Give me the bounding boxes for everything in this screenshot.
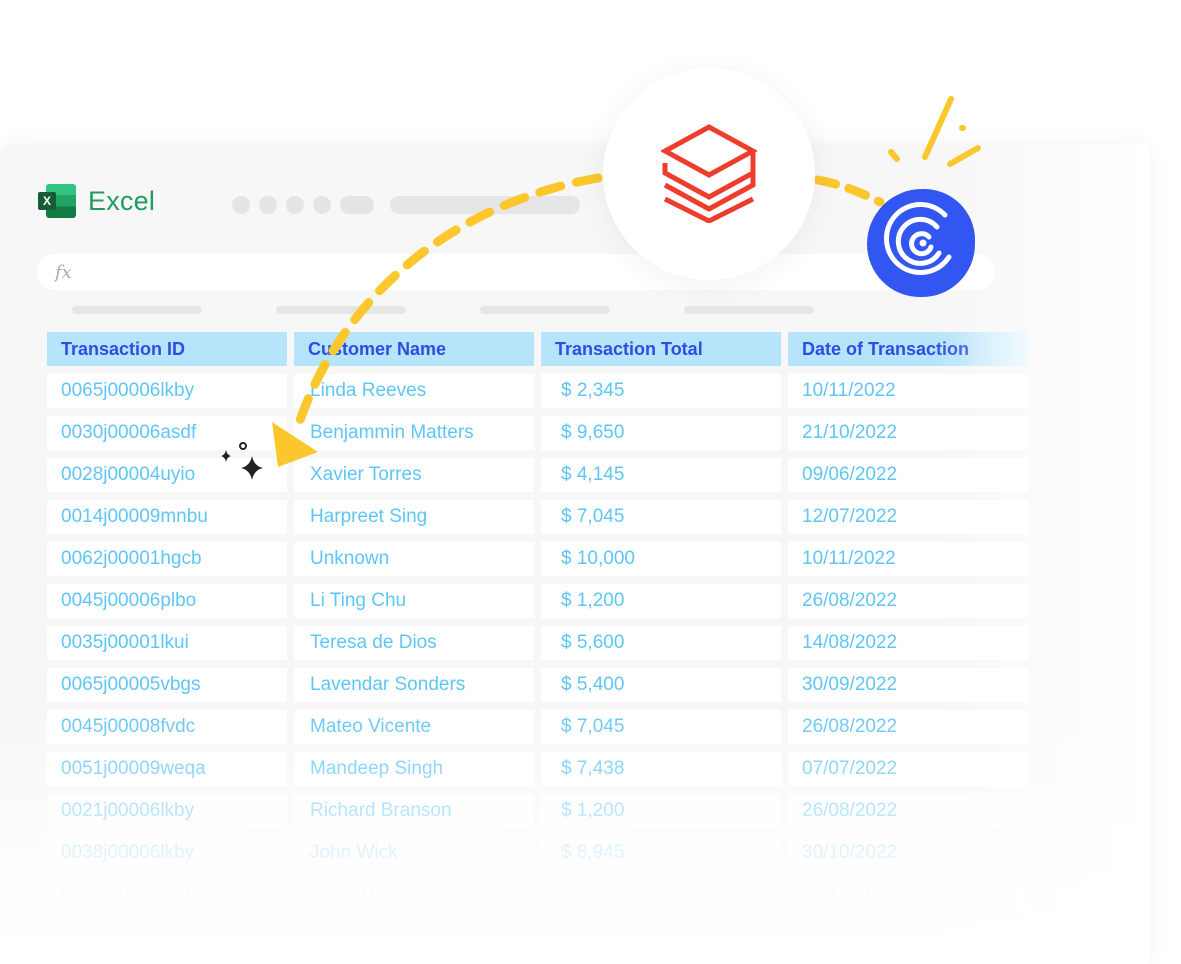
cell-customer-name[interactable]: Hugh Hackman xyxy=(294,878,534,912)
cell-transaction-total[interactable]: $ 10,000 xyxy=(541,542,781,576)
cell-transaction-total[interactable]: $ 4,145 xyxy=(541,458,781,492)
cell-customer-name[interactable]: Unknown xyxy=(294,542,534,576)
databricks-logo-icon xyxy=(661,124,757,223)
coalesce-logo-icon xyxy=(883,202,952,276)
column-placeholder xyxy=(72,306,202,314)
header-date-of-transaction[interactable]: Date of Transaction xyxy=(788,332,1028,366)
toolbar-pill[interactable] xyxy=(340,196,374,214)
cell-transaction-id[interactable]: 0021j00006lkby xyxy=(47,794,287,828)
cell-date-of-transaction[interactable]: 26/08/2022 xyxy=(788,794,1028,828)
cell-date-of-transaction[interactable]: 26/08/2022 xyxy=(788,584,1028,618)
cell-transaction-total[interactable]: $ 1,200 xyxy=(541,794,781,828)
fx-icon: fx xyxy=(55,261,72,283)
toolbar-dot[interactable] xyxy=(313,196,331,214)
app-title: Excel xyxy=(88,185,156,216)
cell-transaction-total[interactable]: $ 5,600 xyxy=(541,626,781,660)
cell-transaction-total[interactable]: $ 2,345 xyxy=(541,374,781,408)
app-header: X Excel xyxy=(38,184,155,218)
cell-transaction-id[interactable]: 0062j00001hgcb xyxy=(47,542,287,576)
cell-customer-name[interactable]: Teresa de Dios xyxy=(294,626,534,660)
cell-transaction-id[interactable]: 0045j00006plbo xyxy=(47,584,287,618)
cell-transaction-total[interactable]: $ 4,245 xyxy=(541,878,781,912)
header-transaction-total[interactable]: Transaction Total xyxy=(541,332,781,366)
cell-customer-name[interactable]: Mandeep Singh xyxy=(294,752,534,786)
cell-date-of-transaction[interactable]: 07/07/2022 xyxy=(788,752,1028,786)
toolbar-pill-long[interactable] xyxy=(390,196,580,214)
toolbar-dot[interactable] xyxy=(232,196,250,214)
cell-date-of-transaction[interactable]: 08/08/2022 xyxy=(788,920,1028,954)
cell-transaction-total[interactable]: $ 7,438 xyxy=(541,752,781,786)
cell-transaction-id[interactable]: 0038j00006lkby xyxy=(47,836,287,870)
cell-transaction-id[interactable]: 0028j00004uyio xyxy=(47,458,287,492)
cell-date-of-transaction[interactable]: 30/10/2022 xyxy=(788,836,1028,870)
cell-transaction-id[interactable]: 0090j00008uiyt xyxy=(47,878,287,912)
toolbar-dot[interactable] xyxy=(286,196,304,214)
cell-transaction-total[interactable]: $ 1,200 xyxy=(541,584,781,618)
formula-bar[interactable]: fx xyxy=(37,254,995,290)
cell-date-of-transaction[interactable]: 26/08/2022 xyxy=(788,710,1028,744)
cell-transaction-id[interactable]: 0045j00008fvdc xyxy=(47,710,287,744)
cell-customer-name[interactable]: Mateo Vicente xyxy=(294,710,534,744)
cell-customer-name[interactable]: John Wick xyxy=(294,836,534,870)
cell-transaction-id[interactable]: 0065j00006lkby xyxy=(47,374,287,408)
cell-transaction-total[interactable]: $ 8,945 xyxy=(541,836,781,870)
cell-customer-name[interactable]: Linda Reeves xyxy=(294,374,534,408)
cell-customer-name[interactable]: Harpreet Sing xyxy=(294,500,534,534)
cell-transaction-total[interactable]: $ 5,400 xyxy=(541,668,781,702)
column-placeholder xyxy=(276,306,406,314)
cell-customer-name[interactable]: Xavier Torres xyxy=(294,458,534,492)
spreadsheet-grid: Transaction ID Customer Name Transaction… xyxy=(47,332,1028,954)
excel-icon: X xyxy=(38,184,76,218)
toolbar-dot[interactable] xyxy=(259,196,277,214)
cell-date-of-transaction[interactable]: 10/11/2022 xyxy=(788,542,1028,576)
cell-date-of-transaction[interactable]: 10/11/2022 xyxy=(788,374,1028,408)
cell-date-of-transaction[interactable]: 21/10/2022 xyxy=(788,416,1028,450)
column-placeholder xyxy=(480,306,610,314)
cell-transaction-total[interactable]: $ 9,650 xyxy=(541,416,781,450)
cell-date-of-transaction[interactable]: 28/12/2022 xyxy=(788,878,1028,912)
excel-window: X Excel fx Transaction ID Customer Name … xyxy=(0,144,1150,964)
databricks-badge xyxy=(603,68,815,280)
cell-transaction-id[interactable]: 0014j00009mnbu xyxy=(47,500,287,534)
cell-date-of-transaction[interactable]: 30/09/2022 xyxy=(788,668,1028,702)
cell-transaction-total[interactable]: $ 7,045 xyxy=(541,710,781,744)
column-placeholder xyxy=(684,306,814,314)
cell-transaction-total[interactable]: $ 1,200 xyxy=(541,920,781,954)
cell-customer-name[interactable]: Rajan Nambi xyxy=(294,920,534,954)
header-transaction-id[interactable]: Transaction ID xyxy=(47,332,287,366)
cell-customer-name[interactable]: Lavendar Sonders xyxy=(294,668,534,702)
cell-transaction-id[interactable]: 0051j00009weqa xyxy=(47,752,287,786)
cell-date-of-transaction[interactable]: 09/06/2022 xyxy=(788,458,1028,492)
cell-transaction-id[interactable]: 0035j00001lkui xyxy=(47,626,287,660)
cell-transaction-total[interactable]: $ 7,045 xyxy=(541,500,781,534)
cell-transaction-id[interactable]: 0065j00005vbgs xyxy=(47,668,287,702)
cell-date-of-transaction[interactable]: 12/07/2022 xyxy=(788,500,1028,534)
cell-date-of-transaction[interactable]: 14/08/2022 xyxy=(788,626,1028,660)
coalesce-badge xyxy=(867,189,975,297)
toolbar-placeholder xyxy=(232,196,580,214)
header-customer-name[interactable]: Customer Name xyxy=(294,332,534,366)
cell-transaction-id[interactable]: 0065j00006lkby xyxy=(47,920,287,954)
cell-customer-name[interactable]: Benjammin Matters xyxy=(294,416,534,450)
cell-customer-name[interactable]: Richard Branson xyxy=(294,794,534,828)
column-letter-placeholders xyxy=(72,306,814,314)
cell-customer-name[interactable]: Li Ting Chu xyxy=(294,584,534,618)
cell-transaction-id[interactable]: 0030j00006asdf xyxy=(47,416,287,450)
